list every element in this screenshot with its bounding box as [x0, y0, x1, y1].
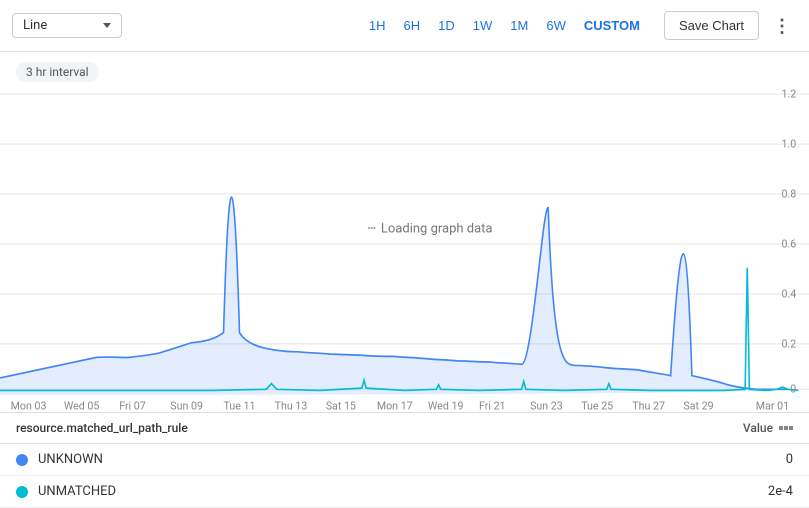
svg-text:Wed 19: Wed 19: [428, 399, 464, 412]
svg-text:1.0: 1.0: [781, 137, 796, 150]
dropdown-arrow-icon: [103, 23, 111, 28]
legend-value-unknown: 0: [753, 452, 793, 467]
loading-dots-icon: ···: [367, 218, 375, 239]
svg-text:0: 0: [790, 382, 796, 395]
svg-text:Thu 13: Thu 13: [275, 399, 308, 412]
interval-badge: 3 hr interval: [16, 62, 99, 82]
legend-column-value: Value: [743, 421, 793, 435]
svg-text:0.6: 0.6: [781, 237, 796, 250]
time-btn-1d[interactable]: 1D: [430, 14, 463, 37]
svg-text:Mon 17: Mon 17: [377, 399, 413, 412]
toolbar: Line 1H 6H 1D 1W 1M 6W CUSTOM Save Chart…: [0, 0, 809, 52]
loading-label: ··· Loading graph data: [367, 218, 493, 239]
legend-label-unmatched: UNMATCHED: [38, 484, 753, 499]
svg-text:Fri 21: Fri 21: [479, 399, 506, 412]
svg-text:Tue 25: Tue 25: [581, 399, 613, 412]
svg-text:Tue 11: Tue 11: [224, 399, 256, 412]
svg-text:Thu 27: Thu 27: [632, 399, 665, 412]
svg-text:Sat 29: Sat 29: [683, 399, 713, 412]
more-options-button[interactable]: ⋮: [767, 13, 797, 39]
chart-type-label: Line: [23, 18, 95, 33]
svg-text:Fri 07: Fri 07: [119, 399, 146, 412]
time-btn-custom[interactable]: CUSTOM: [576, 14, 648, 37]
svg-text:Wed 05: Wed 05: [64, 399, 100, 412]
loading-text: Loading graph data: [381, 221, 493, 236]
svg-text:1.2: 1.2: [781, 87, 796, 100]
svg-text:Mon 03: Mon 03: [11, 399, 47, 412]
legend-dot-unmatched: [16, 486, 28, 498]
svg-text:Mar 01: Mar 01: [756, 399, 789, 412]
save-chart-button[interactable]: Save Chart: [664, 11, 759, 40]
legend-dot-unknown: [16, 454, 28, 466]
legend-row-unknown: UNKNOWN 0: [0, 444, 809, 476]
chart-type-dropdown[interactable]: Line: [12, 13, 122, 38]
time-btn-6h[interactable]: 6H: [396, 14, 429, 37]
legend-row-unmatched: UNMATCHED 2e-4: [0, 476, 809, 508]
time-range-buttons: 1H 6H 1D 1W 1M 6W CUSTOM: [361, 14, 648, 37]
svg-text:0.8: 0.8: [781, 187, 796, 200]
legend-table: resource.matched_url_path_rule Value UNK…: [0, 412, 809, 508]
chart-container: 1.2 1.0 0.8 0.6 0.4 0.2 0 Mon 03 Wed 05 …: [0, 60, 809, 412]
legend-header: resource.matched_url_path_rule Value: [0, 413, 809, 444]
svg-text:Sun 09: Sun 09: [170, 399, 203, 412]
chart-area: 3 hr interval 1.2 1.0 0.8 0.6 0.4 0.2: [0, 52, 809, 412]
time-btn-1m[interactable]: 1M: [502, 14, 536, 37]
svg-text:0.4: 0.4: [781, 287, 796, 300]
svg-text:0.2: 0.2: [781, 337, 796, 350]
svg-text:Sun 23: Sun 23: [530, 399, 563, 412]
legend-label-unknown: UNKNOWN: [38, 452, 753, 467]
time-btn-1h[interactable]: 1H: [361, 14, 394, 37]
time-btn-6w[interactable]: 6W: [538, 14, 574, 37]
grid-view-icon[interactable]: [779, 426, 793, 430]
legend-value-unmatched: 2e-4: [753, 484, 793, 499]
legend-column-name: resource.matched_url_path_rule: [16, 421, 743, 435]
time-btn-1w[interactable]: 1W: [465, 14, 501, 37]
svg-text:Sat 15: Sat 15: [326, 399, 356, 412]
